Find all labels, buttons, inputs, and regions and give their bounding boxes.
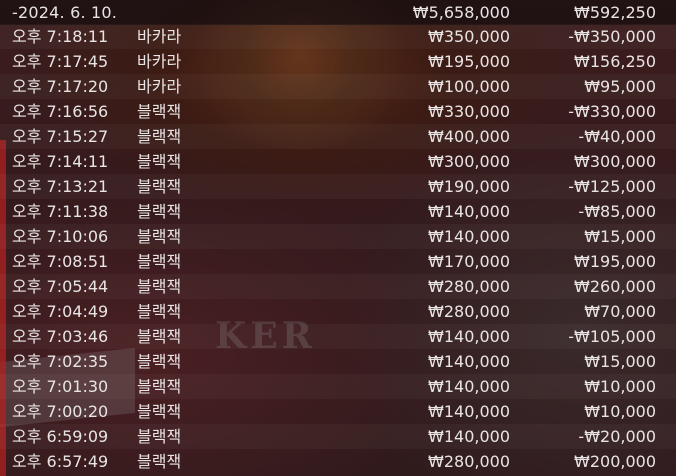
bet-time: 오후 7:17:45 bbox=[12, 52, 109, 71]
bet-time: 오후 7:00:20 bbox=[12, 402, 109, 421]
list-item[interactable]: 오후 7:04:49 블랙잭 ₩280,000 ₩70,000 bbox=[0, 299, 676, 324]
game-name: 바카라 bbox=[137, 77, 182, 96]
date-label: -2024. 6. 10. bbox=[12, 3, 118, 22]
list-item[interactable]: 오후 7:17:20 바카라 ₩100,000 ₩95,000 bbox=[0, 74, 676, 99]
result-amount: -₩105,000 bbox=[568, 327, 656, 346]
game-name: 블랙잭 bbox=[137, 227, 182, 246]
bet-amount: ₩140,000 bbox=[428, 227, 510, 246]
game-name: 블랙잭 bbox=[137, 202, 182, 221]
bet-time: 오후 7:11:38 bbox=[12, 202, 109, 221]
list-item[interactable]: 오후 7:13:21 블랙잭 ₩190,000 -₩125,000 bbox=[0, 174, 676, 199]
bet-amount: ₩280,000 bbox=[428, 302, 510, 321]
bet-amount: ₩400,000 bbox=[428, 127, 510, 146]
bet-time: 오후 7:13:21 bbox=[12, 177, 109, 196]
bet-time: 오후 7:10:06 bbox=[12, 227, 109, 246]
bet-time: 오후 7:17:20 bbox=[12, 77, 109, 96]
list-item[interactable]: 오후 7:00:20 블랙잭 ₩140,000 ₩10,000 bbox=[0, 399, 676, 424]
game-name: 블랙잭 bbox=[137, 352, 182, 371]
game-name: 블랙잭 bbox=[137, 102, 182, 121]
bet-amount: ₩140,000 bbox=[428, 377, 510, 396]
bet-amount: ₩280,000 bbox=[428, 452, 510, 471]
result-amount: ₩200,000 bbox=[574, 452, 656, 471]
bet-time: 오후 7:08:51 bbox=[12, 252, 109, 271]
result-amount: -₩85,000 bbox=[578, 202, 656, 221]
bet-time: 오후 7:16:56 bbox=[12, 102, 109, 121]
bet-time: 오후 7:14:11 bbox=[12, 152, 109, 171]
bet-amount: ₩195,000 bbox=[428, 52, 510, 71]
game-name: 블랙잭 bbox=[137, 127, 182, 146]
total-result-amount: ₩592,250 bbox=[574, 3, 656, 22]
bet-time: 오후 7:18:11 bbox=[12, 27, 109, 46]
game-name: 블랙잭 bbox=[137, 177, 182, 196]
list-item[interactable]: 오후 7:10:06 블랙잭 ₩140,000 ₩15,000 bbox=[0, 224, 676, 249]
bet-time: 오후 7:01:30 bbox=[12, 377, 109, 396]
result-amount: ₩195,000 bbox=[574, 252, 656, 271]
list-item[interactable]: 오후 7:16:56 블랙잭 ₩330,000 -₩330,000 bbox=[0, 99, 676, 124]
list-item[interactable]: 오후 7:05:44 블랙잭 ₩280,000 ₩260,000 bbox=[0, 274, 676, 299]
result-amount: ₩15,000 bbox=[584, 352, 656, 371]
game-name: 블랙잭 bbox=[137, 402, 182, 421]
result-amount: ₩95,000 bbox=[584, 77, 656, 96]
game-name: 블랙잭 bbox=[137, 252, 182, 271]
game-name: 블랙잭 bbox=[137, 452, 182, 471]
bet-amount: ₩140,000 bbox=[428, 427, 510, 446]
bet-time: 오후 7:04:49 bbox=[12, 302, 109, 321]
bet-amount: ₩300,000 bbox=[428, 152, 510, 171]
result-amount: -₩40,000 bbox=[578, 127, 656, 146]
list-item[interactable]: 오후 7:03:46 블랙잭 ₩140,000 -₩105,000 bbox=[0, 324, 676, 349]
game-name: 블랙잭 bbox=[137, 152, 182, 171]
game-name: 블랙잭 bbox=[137, 327, 182, 346]
result-amount: ₩70,000 bbox=[584, 302, 656, 321]
list-item[interactable]: 오후 6:59:09 블랙잭 ₩140,000 -₩20,000 bbox=[0, 424, 676, 449]
bet-amount: ₩170,000 bbox=[428, 252, 510, 271]
list-item[interactable]: 오후 7:15:27 블랙잭 ₩400,000 -₩40,000 bbox=[0, 124, 676, 149]
bet-time: 오후 6:59:09 bbox=[12, 427, 109, 446]
list-item[interactable]: 오후 7:11:38 블랙잭 ₩140,000 -₩85,000 bbox=[0, 199, 676, 224]
game-name: 블랙잭 bbox=[137, 427, 182, 446]
bet-time: 오후 7:02:35 bbox=[12, 352, 109, 371]
bet-time: 오후 6:57:49 bbox=[12, 452, 109, 471]
result-amount: ₩10,000 bbox=[584, 402, 656, 421]
list-item[interactable]: 오후 7:08:51 블랙잭 ₩170,000 ₩195,000 bbox=[0, 249, 676, 274]
bet-amount: ₩280,000 bbox=[428, 277, 510, 296]
date-summary-row[interactable]: -2024. 6. 10. ₩5,658,000 ₩592,250 bbox=[0, 0, 676, 25]
list-item[interactable]: 오후 7:01:30 블랙잭 ₩140,000 ₩10,000 bbox=[0, 374, 676, 399]
list-item[interactable]: 오후 7:14:11 블랙잭 ₩300,000 ₩300,000 bbox=[0, 149, 676, 174]
result-amount: ₩156,250 bbox=[574, 52, 656, 71]
result-amount: ₩10,000 bbox=[584, 377, 656, 396]
list-item[interactable]: 오후 7:18:11 바카라 ₩350,000 -₩350,000 bbox=[0, 24, 676, 49]
result-amount: -₩330,000 bbox=[568, 102, 656, 121]
result-amount: ₩15,000 bbox=[584, 227, 656, 246]
game-name: 바카라 bbox=[137, 52, 182, 71]
game-name: 바카라 bbox=[137, 27, 182, 46]
game-name: 블랙잭 bbox=[137, 377, 182, 396]
list-item[interactable]: 오후 7:17:45 바카라 ₩195,000 ₩156,250 bbox=[0, 49, 676, 74]
result-amount: -₩350,000 bbox=[568, 27, 656, 46]
bet-amount: ₩190,000 bbox=[428, 177, 510, 196]
bet-amount: ₩140,000 bbox=[428, 202, 510, 221]
bet-amount: ₩330,000 bbox=[428, 102, 510, 121]
bet-amount: ₩100,000 bbox=[428, 77, 510, 96]
bet-amount: ₩140,000 bbox=[428, 327, 510, 346]
list-item[interactable]: 오후 6:57:49 블랙잭 ₩280,000 ₩200,000 bbox=[0, 449, 676, 474]
bet-history-screen: KER -2024. 6. 10. ₩5,658,000 ₩592,250 오후… bbox=[0, 0, 676, 476]
result-amount: ₩300,000 bbox=[574, 152, 656, 171]
result-amount: ₩260,000 bbox=[574, 277, 656, 296]
total-bet-amount: ₩5,658,000 bbox=[412, 3, 510, 22]
bet-time: 오후 7:15:27 bbox=[12, 127, 109, 146]
result-amount: -₩125,000 bbox=[568, 177, 656, 196]
bet-amount: ₩140,000 bbox=[428, 352, 510, 371]
bet-amount: ₩350,000 bbox=[428, 27, 510, 46]
list-item[interactable]: 오후 7:02:35 블랙잭 ₩140,000 ₩15,000 bbox=[0, 349, 676, 374]
bet-time: 오후 7:05:44 bbox=[12, 277, 109, 296]
bet-amount: ₩140,000 bbox=[428, 402, 510, 421]
game-name: 블랙잭 bbox=[137, 302, 182, 321]
game-name: 블랙잭 bbox=[137, 277, 182, 296]
bet-time: 오후 7:03:46 bbox=[12, 327, 109, 346]
result-amount: -₩20,000 bbox=[578, 427, 656, 446]
